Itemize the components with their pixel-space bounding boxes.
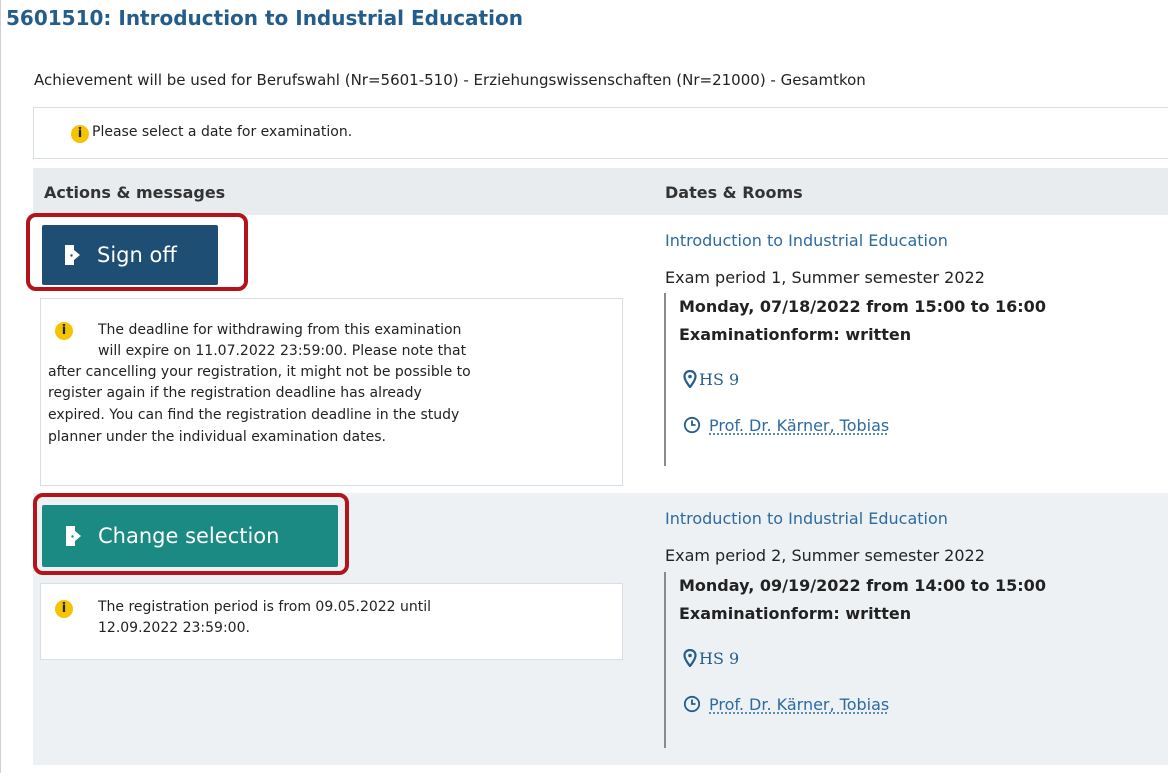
- message-line: register again if the registration deadl…: [48, 385, 422, 401]
- left-border: [0, 0, 1, 773]
- column-header-actions: Actions & messages: [44, 183, 226, 202]
- exam-period: Exam period 1, Summer semester 2022: [665, 268, 985, 287]
- lecturer-line: Prof. Dr. Kärner, Tobias: [679, 692, 1046, 716]
- message-line: planner under the individual examination…: [48, 429, 386, 445]
- location-pin-icon: [683, 649, 697, 667]
- exam-date: Monday, 07/18/2022 from 15:00 to 16:00: [679, 297, 1046, 316]
- exam-registration-page: 5601510: Introduction to Industrial Educ…: [0, 0, 1168, 773]
- exam-title-link[interactable]: Introduction to Industrial Education: [665, 509, 948, 528]
- exam-detail-block: Monday, 07/18/2022 from 15:00 to 16:00 E…: [664, 293, 1046, 466]
- exam-form: Examinationform: written: [679, 604, 912, 623]
- room-name: HS 9: [699, 369, 740, 389]
- clock-icon: [683, 695, 701, 713]
- message-line: will expire on 11.07.2022 23:59:00. Plea…: [98, 343, 467, 359]
- message-line: The deadline for withdrawing from this e…: [98, 322, 462, 338]
- registration-period-message: i The registration period is from 09.05.…: [40, 583, 623, 660]
- exam-detail-block: Monday, 09/19/2022 from 14:00 to 15:00 E…: [664, 572, 1046, 748]
- lecturer-line: Prof. Dr. Kärner, Tobias: [679, 413, 1046, 437]
- column-header-dates: Dates & Rooms: [665, 183, 803, 202]
- door-exit-icon: [65, 245, 80, 265]
- message-line: expired. You can find the registration d…: [48, 407, 460, 423]
- room-name: HS 9: [699, 648, 740, 668]
- withdrawal-deadline-message: i The deadline for withdrawing from this…: [40, 298, 623, 486]
- sign-off-button[interactable]: Sign off: [42, 225, 218, 285]
- exam-title-link[interactable]: Introduction to Industrial Education: [665, 231, 948, 250]
- message-line: after cancelling your registration, it m…: [48, 364, 471, 380]
- notice-text: Please select a date for examination.: [92, 124, 353, 140]
- lecturer-link[interactable]: Prof. Dr. Kärner, Tobias: [709, 695, 889, 714]
- info-icon: i: [55, 322, 73, 340]
- message-line: 12.09.2022 23:59:00.: [98, 620, 250, 636]
- exam-form: Examinationform: written: [679, 325, 912, 344]
- info-icon: i: [55, 600, 73, 618]
- location-pin-icon: [683, 370, 697, 388]
- clock-icon: [683, 416, 701, 434]
- exam-date: Monday, 09/19/2022 from 14:00 to 15:00: [679, 576, 1046, 595]
- select-date-notice: i Please select a date for examination.: [33, 107, 1168, 159]
- room-line: HS 9: [679, 646, 1046, 670]
- table-header: Actions & messages Dates & Rooms: [33, 168, 1168, 215]
- room-line: HS 9: [679, 367, 1046, 391]
- exam-period: Exam period 2, Summer semester 2022: [665, 546, 985, 565]
- message-line: The registration period is from 09.05.20…: [98, 599, 432, 615]
- door-exit-icon: [66, 526, 81, 546]
- change-selection-label: Change selection: [98, 524, 280, 548]
- sign-off-label: Sign off: [97, 243, 177, 267]
- lecturer-link[interactable]: Prof. Dr. Kärner, Tobias: [709, 416, 889, 435]
- achievement-usage-text: Achievement will be used for Berufswahl …: [34, 71, 866, 89]
- course-title: 5601510: Introduction to Industrial Educ…: [6, 6, 523, 30]
- change-selection-button[interactable]: Change selection: [42, 505, 338, 567]
- info-icon: i: [71, 125, 89, 143]
